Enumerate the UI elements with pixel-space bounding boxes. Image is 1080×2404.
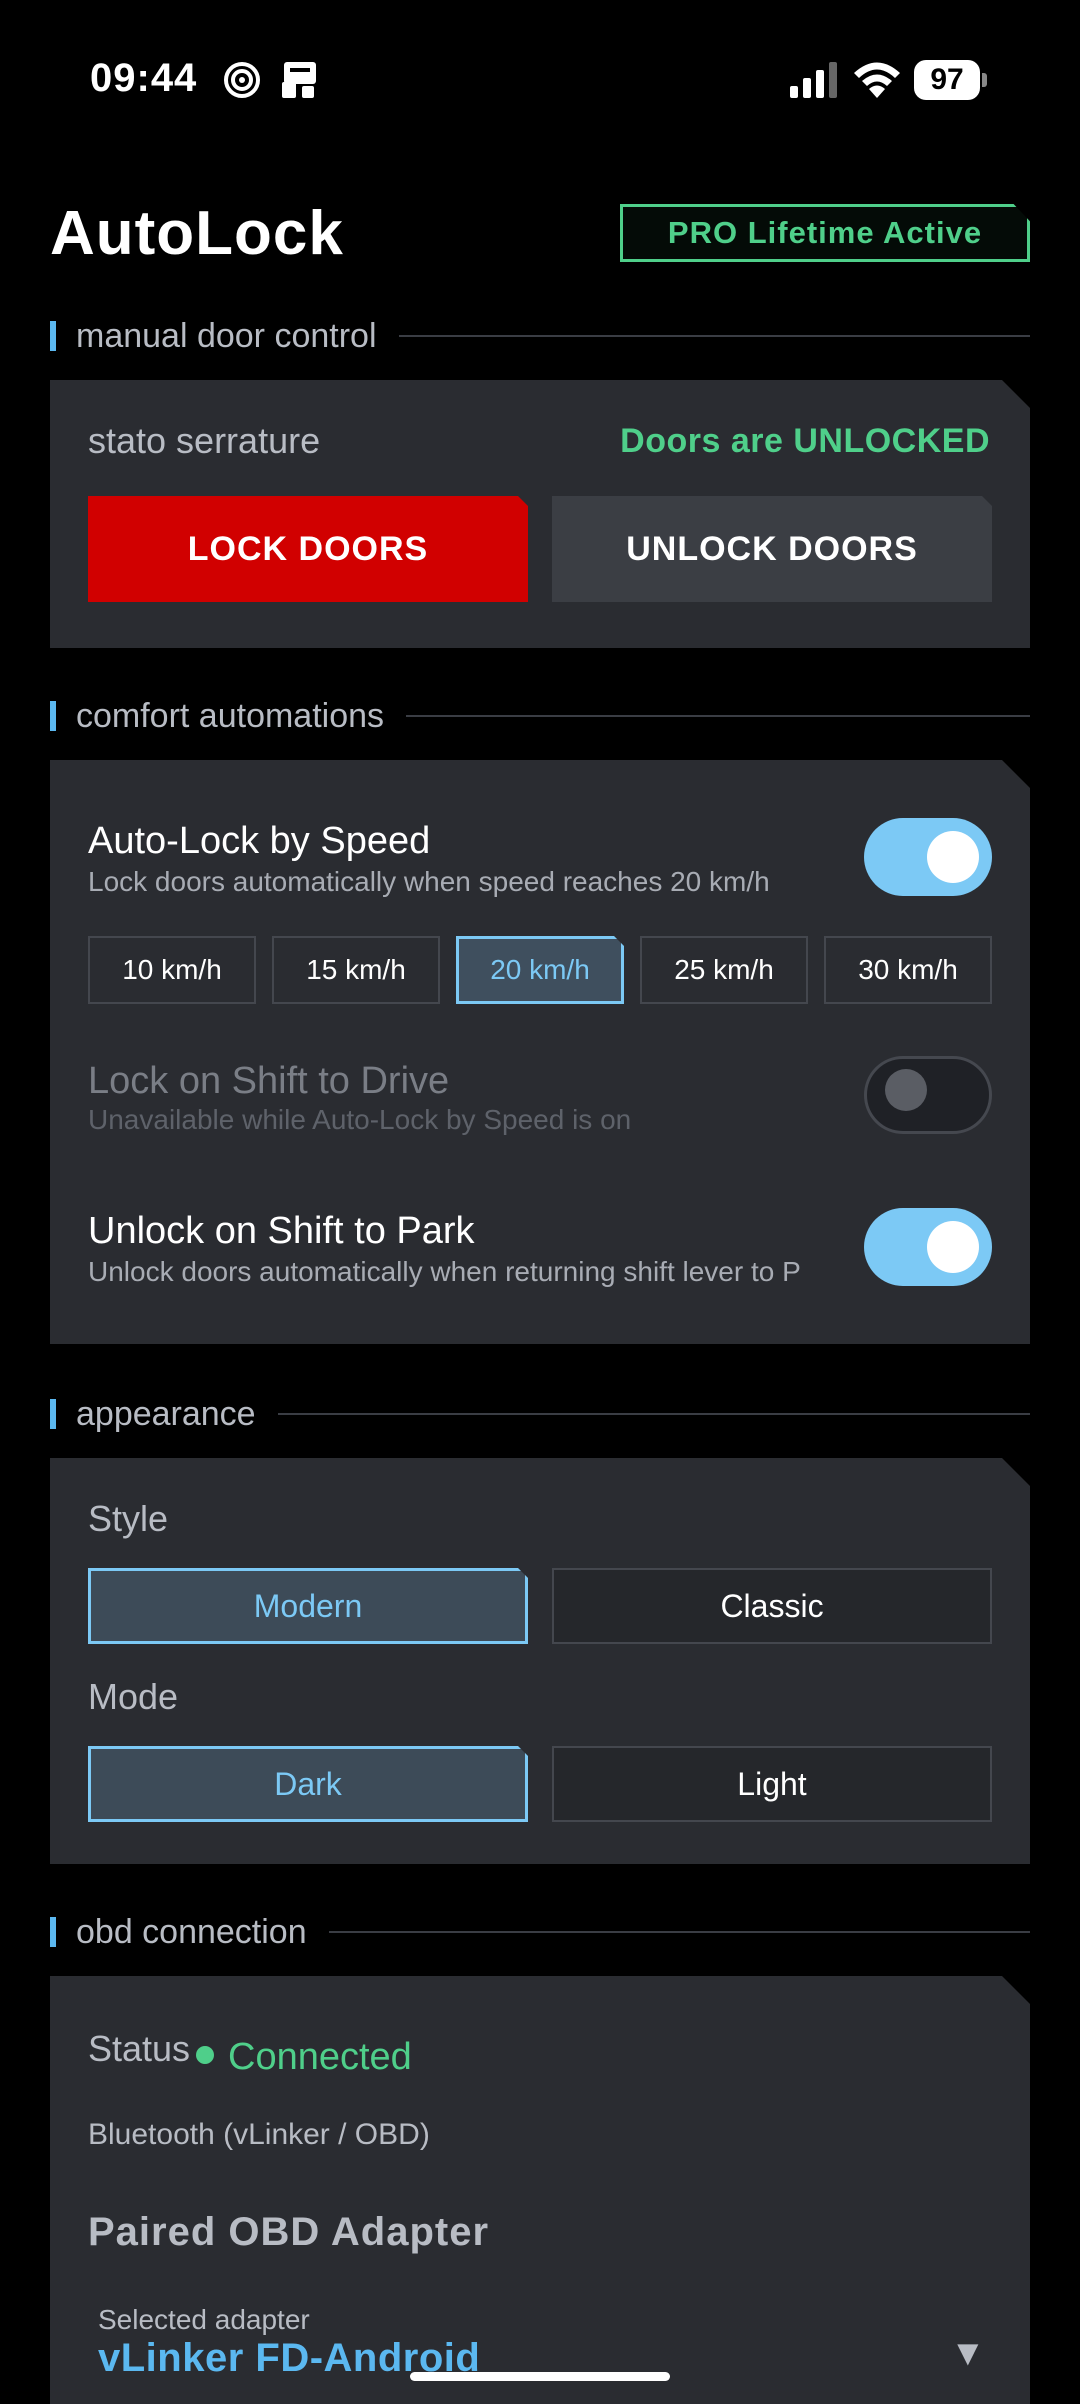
section-header-obd: obd connection bbox=[50, 1912, 1030, 1952]
speed-lock-subtitle: Lock doors automatically when speed reac… bbox=[88, 866, 770, 897]
lock-doors-button[interactable]: LOCK DOORS bbox=[88, 496, 528, 602]
battery-nub bbox=[982, 73, 987, 87]
style-label: Style bbox=[88, 1498, 169, 1539]
shift-drive-toggle[interactable] bbox=[864, 1056, 992, 1134]
speed-option-25[interactable]: 25 km/h bbox=[640, 936, 808, 1004]
section-accent-bar bbox=[50, 321, 56, 351]
speed-option-15[interactable]: 15 km/h bbox=[272, 936, 440, 1004]
pro-badge: PRO Lifetime Active bbox=[620, 204, 1030, 262]
section-divider bbox=[398, 335, 1030, 337]
obd-status-value: Connected bbox=[228, 2036, 412, 2078]
manual-door-card: stato serrature Doors are UNLOCKED LOCK … bbox=[50, 380, 1030, 648]
adapter-select-label: Selected adapter bbox=[98, 2304, 310, 2335]
spiral-icon bbox=[224, 62, 260, 98]
shift-park-toggle[interactable] bbox=[864, 1208, 992, 1286]
unlock-doors-button[interactable]: UNLOCK DOORS bbox=[552, 496, 992, 602]
speed-option-30[interactable]: 30 km/h bbox=[824, 936, 992, 1004]
section-label: appearance bbox=[76, 1394, 256, 1433]
style-option-modern[interactable]: Modern bbox=[88, 1568, 528, 1644]
toggle-knob bbox=[927, 1221, 979, 1273]
speed-lock-title: Auto-Lock by Speed bbox=[88, 820, 431, 862]
section-accent-bar bbox=[50, 1399, 56, 1429]
lock-state-value: Doors are UNLOCKED bbox=[620, 422, 990, 460]
section-header-appearance: appearance bbox=[50, 1394, 1030, 1434]
obd-connection-card: Status Connected Bluetooth (vLinker / OB… bbox=[50, 1976, 1030, 2404]
lock-state-label: stato serrature bbox=[88, 420, 321, 461]
section-label: manual door control bbox=[76, 316, 377, 355]
section-header-comfort: comfort automations bbox=[50, 696, 1030, 736]
mode-option-dark[interactable]: Dark bbox=[88, 1746, 528, 1822]
status-dot-icon bbox=[196, 2046, 214, 2064]
battery-icon: 97 bbox=[914, 60, 988, 100]
section-divider bbox=[406, 715, 1030, 717]
section-accent-bar bbox=[50, 701, 56, 731]
shift-drive-title: Lock on Shift to Drive bbox=[88, 1060, 450, 1102]
shift-park-title: Unlock on Shift to Park bbox=[88, 1210, 475, 1252]
signal-icon bbox=[790, 62, 837, 98]
toggle-knob bbox=[885, 1069, 927, 1111]
speed-option-10[interactable]: 10 km/h bbox=[88, 936, 256, 1004]
status-bar: 09:44 97 bbox=[0, 0, 1080, 160]
section-label: comfort automations bbox=[76, 696, 385, 735]
page-title: AutoLock bbox=[50, 199, 344, 268]
comfort-automations-card: Auto-Lock by Speed Lock doors automatica… bbox=[50, 760, 1030, 1344]
battery-level: 97 bbox=[914, 60, 980, 100]
mode-label: Mode bbox=[88, 1676, 179, 1717]
shift-park-subtitle: Unlock doors automatically when returnin… bbox=[88, 1256, 801, 1287]
section-divider bbox=[328, 1931, 1030, 1933]
obd-status-label: Status bbox=[88, 2028, 191, 2069]
toggle-knob bbox=[927, 831, 979, 883]
mode-option-light[interactable]: Light bbox=[552, 1746, 992, 1822]
style-option-classic[interactable]: Classic bbox=[552, 1568, 992, 1644]
speed-option-20[interactable]: 20 km/h bbox=[456, 936, 624, 1004]
obd-transport: Bluetooth (vLinker / OBD) bbox=[88, 2118, 430, 2151]
section-header-manual: manual door control bbox=[50, 316, 1030, 356]
section-label: obd connection bbox=[76, 1912, 307, 1951]
wifi-icon bbox=[854, 62, 900, 98]
chevron-down-icon: ▼ bbox=[950, 2332, 986, 2373]
paired-adapter-title: Paired OBD Adapter bbox=[88, 2210, 490, 2254]
appearance-card: Style Modern Classic Mode Dark Light bbox=[50, 1458, 1030, 1864]
home-indicator[interactable] bbox=[410, 2372, 670, 2381]
section-divider bbox=[277, 1413, 1030, 1415]
status-time: 09:44 bbox=[90, 56, 198, 100]
speed-lock-toggle[interactable] bbox=[864, 818, 992, 896]
shift-drive-subtitle: Unavailable while Auto-Lock by Speed is … bbox=[88, 1104, 632, 1135]
cast-icon bbox=[282, 62, 316, 98]
section-accent-bar bbox=[50, 1917, 56, 1947]
